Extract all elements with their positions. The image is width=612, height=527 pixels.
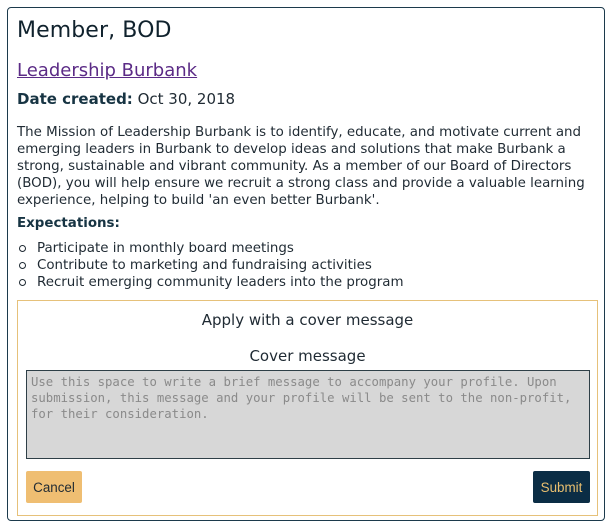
opportunity-card: Member, BOD Leadership Burbank Date crea… bbox=[7, 7, 605, 521]
page-title: Member, BOD bbox=[17, 18, 172, 43]
expectation-text: Recruit emerging community leaders into … bbox=[37, 275, 404, 290]
bullet-icon bbox=[19, 279, 26, 286]
expectation-text: Participate in monthly board meetings bbox=[37, 241, 294, 256]
list-item: Contribute to marketing and fundraising … bbox=[17, 257, 403, 274]
list-item: Participate in monthly board meetings bbox=[17, 240, 403, 257]
expectations-list: Participate in monthly board meetings Co… bbox=[17, 240, 403, 291]
cancel-button[interactable]: Cancel bbox=[26, 471, 82, 503]
apply-panel: Apply with a cover message Cover message… bbox=[17, 300, 598, 516]
expectation-text: Contribute to marketing and fundraising … bbox=[37, 258, 372, 273]
date-created-value: Oct 30, 2018 bbox=[137, 90, 236, 108]
organization-link[interactable]: Leadership Burbank bbox=[17, 60, 197, 81]
date-created: Date created: Oct 30, 2018 bbox=[17, 90, 235, 108]
cover-message-label: Cover message bbox=[249, 347, 366, 365]
mission-text: The Mission of Leadership Burbank is to … bbox=[17, 125, 585, 208]
submit-button[interactable]: Submit bbox=[533, 471, 590, 503]
bullet-icon bbox=[19, 262, 26, 269]
date-created-label: Date created: bbox=[17, 90, 133, 108]
apply-heading: Apply with a cover message bbox=[201, 311, 414, 329]
list-item: Recruit emerging community leaders into … bbox=[17, 274, 403, 291]
bullet-icon bbox=[19, 245, 26, 252]
expectations-heading: Expectations: bbox=[17, 216, 120, 231]
cover-message-input[interactable] bbox=[26, 370, 590, 459]
